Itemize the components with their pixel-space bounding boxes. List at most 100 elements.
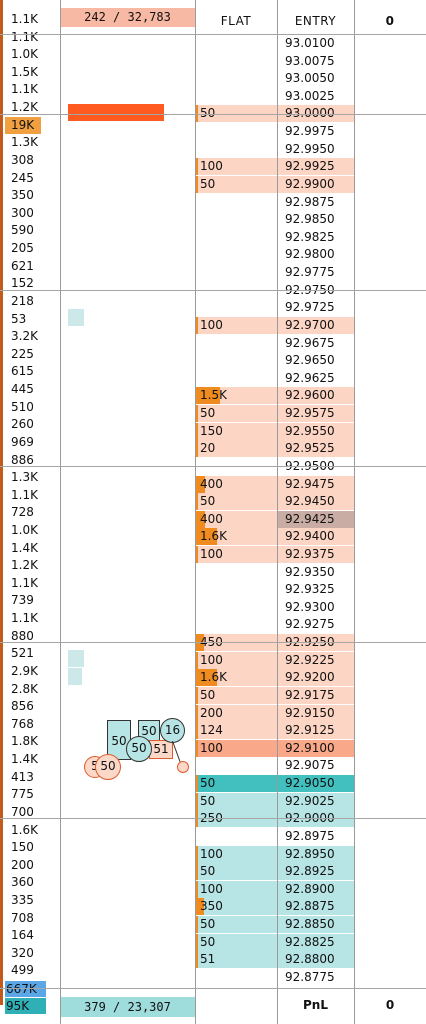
entry-price-cell[interactable]: 92.9375 — [277, 545, 354, 563]
flat-cell[interactable] — [195, 564, 277, 581]
entry-price-cell[interactable]: 92.8875 — [277, 898, 354, 916]
flat-column[interactable]: 50 100 50 100 1.5K 50 150 20 400 50 400 1.6K 100 450 1… — [195, 0, 277, 1024]
entry-price-cell[interactable]: 92.9125 — [277, 722, 354, 740]
entry-price-cell[interactable]: 92.9025 — [277, 792, 354, 810]
flat-cell[interactable] — [195, 141, 277, 158]
flat-cell[interactable] — [195, 70, 277, 87]
flat-cell[interactable] — [195, 599, 277, 616]
volume-row-label: 1.0K — [11, 47, 38, 62]
volume-accent-stripe — [0, 0, 3, 1005]
entry-price-cell[interactable]: 92.8800 — [277, 951, 354, 969]
entry-price-cell[interactable]: 92.9850 — [277, 211, 354, 228]
entry-price-cell[interactable]: 92.8850 — [277, 916, 354, 933]
flat-cell[interactable] — [195, 370, 277, 387]
entry-price-cell[interactable]: 92.9475 — [277, 475, 354, 493]
volume-profile-column: 1.1K 1.1K 1.0K 1.5K 1.1K 1.2K 19K 1.3K 308 245 350… — [0, 0, 60, 1024]
entry-price-cell[interactable]: 92.9975 — [277, 123, 354, 140]
entry-price-cell[interactable]: 92.8825 — [277, 933, 354, 951]
entry-price-cell[interactable]: 92.9450 — [277, 493, 354, 511]
flat-cell[interactable] — [195, 335, 277, 352]
flat-cell[interactable] — [195, 88, 277, 105]
flat-cell[interactable] — [195, 123, 277, 140]
entry-price-cell[interactable]: 92.9350 — [277, 564, 354, 581]
trade-box-tall-label: 50 — [111, 734, 127, 748]
entry-price-cell[interactable]: 92.9425 — [277, 510, 354, 528]
volume-row-label: 768 — [11, 716, 34, 731]
volume-row-label: 3.2K — [11, 329, 38, 344]
volume-row-label: 708 — [11, 910, 34, 925]
entry-price-cell[interactable]: 92.9925 — [277, 158, 354, 176]
entry-price-cell[interactable]: 93.0050 — [277, 70, 354, 87]
entry-price-cell[interactable]: 92.9775 — [277, 264, 354, 281]
volume-row-label: 590 — [11, 223, 34, 238]
entry-price-cell[interactable]: 92.9300 — [277, 599, 354, 616]
entry-price-cell[interactable]: 93.0100 — [277, 35, 354, 52]
flat-size-label: 100 — [200, 159, 223, 174]
entry-price-cell[interactable]: 92.9575 — [277, 405, 354, 423]
entry-price-column[interactable]: 93.0100 93.0075 93.0050 93.0025 93.0000 92.99… — [277, 0, 354, 1024]
entry-price-cell[interactable]: 92.8975 — [277, 828, 354, 845]
entry-price-cell[interactable]: 92.8950 — [277, 845, 354, 863]
trade-bubble-a[interactable]: 50 — [126, 736, 152, 762]
entry-price-cell[interactable]: 92.9100 — [277, 739, 354, 757]
entry-price-cell[interactable]: 92.9950 — [277, 141, 354, 158]
flat-cell[interactable] — [195, 229, 277, 246]
entry-price-cell[interactable]: 93.0075 — [277, 53, 354, 70]
flat-size-label: 100 — [200, 546, 223, 561]
flat-size-label: 51 — [200, 952, 216, 967]
flat-cell[interactable] — [195, 194, 277, 211]
entry-price-cell[interactable]: 92.9875 — [277, 194, 354, 211]
entry-price-cell[interactable]: 92.9325 — [277, 581, 354, 598]
flat-size-label: 400 — [200, 476, 223, 491]
entry-price-cell[interactable]: 92.9200 — [277, 669, 354, 687]
trade-bubble-b[interactable]: 16 — [160, 718, 185, 743]
entry-price-cell[interactable]: 92.8775 — [277, 969, 354, 986]
entry-price-cell[interactable]: 92.9700 — [277, 316, 354, 334]
entry-price-cell[interactable]: 92.9550 — [277, 422, 354, 440]
volume-bar — [68, 309, 84, 326]
flat-cell[interactable] — [195, 616, 277, 633]
volume-row-label: 1.0K — [11, 522, 38, 537]
volume-row-label: 445 — [11, 382, 34, 397]
pnl-column[interactable] — [354, 0, 426, 1024]
flat-size-label: 50 — [200, 406, 216, 421]
entry-price-cell[interactable]: 92.9225 — [277, 651, 354, 669]
entry-price-cell[interactable]: 92.9275 — [277, 616, 354, 633]
flat-cell[interactable] — [195, 299, 277, 316]
entry-price-cell[interactable]: 92.9175 — [277, 686, 354, 704]
entry-price-cell[interactable]: 92.9725 — [277, 299, 354, 316]
flat-cell[interactable] — [195, 352, 277, 369]
volume-row-label: 775 — [11, 787, 34, 802]
trade-bubble-d[interactable]: 50 — [95, 754, 121, 780]
flat-cell[interactable] — [195, 757, 277, 774]
entry-price-cell[interactable]: 92.9075 — [277, 757, 354, 774]
flat-cell[interactable] — [195, 211, 277, 228]
entry-price-cell[interactable]: 92.9400 — [277, 528, 354, 546]
trade-box-red[interactable]: 51 — [149, 740, 173, 759]
trade-dot[interactable] — [177, 761, 189, 773]
flat-cell[interactable] — [195, 969, 277, 986]
flat-size-label: 400 — [200, 511, 223, 526]
flat-cell[interactable] — [195, 828, 277, 845]
flat-cell[interactable] — [195, 246, 277, 263]
entry-price-cell[interactable]: 92.9900 — [277, 175, 354, 193]
flat-cell[interactable] — [195, 581, 277, 598]
entry-price-cell[interactable]: 92.9675 — [277, 335, 354, 352]
entry-price-cell[interactable]: 92.9650 — [277, 352, 354, 369]
volume-row-label: 150 — [11, 840, 34, 855]
flat-cell[interactable] — [195, 35, 277, 52]
entry-price-cell[interactable]: 92.8925 — [277, 863, 354, 881]
flat-cell[interactable] — [195, 264, 277, 281]
entry-price-cell[interactable]: 92.9825 — [277, 229, 354, 246]
entry-price-cell[interactable]: 92.9800 — [277, 246, 354, 263]
volume-row-label: 1.1K — [11, 487, 38, 502]
entry-price-cell[interactable]: 92.9625 — [277, 370, 354, 387]
entry-price-cell[interactable]: 93.0025 — [277, 88, 354, 105]
entry-price-cell[interactable]: 92.9150 — [277, 704, 354, 722]
row-divider — [0, 114, 426, 115]
entry-price-cell[interactable]: 92.8900 — [277, 880, 354, 898]
flat-cell[interactable] — [195, 53, 277, 70]
entry-price-cell[interactable]: 92.9050 — [277, 775, 354, 793]
entry-price-cell[interactable]: 92.9600 — [277, 387, 354, 405]
entry-price-cell[interactable]: 92.9525 — [277, 440, 354, 458]
